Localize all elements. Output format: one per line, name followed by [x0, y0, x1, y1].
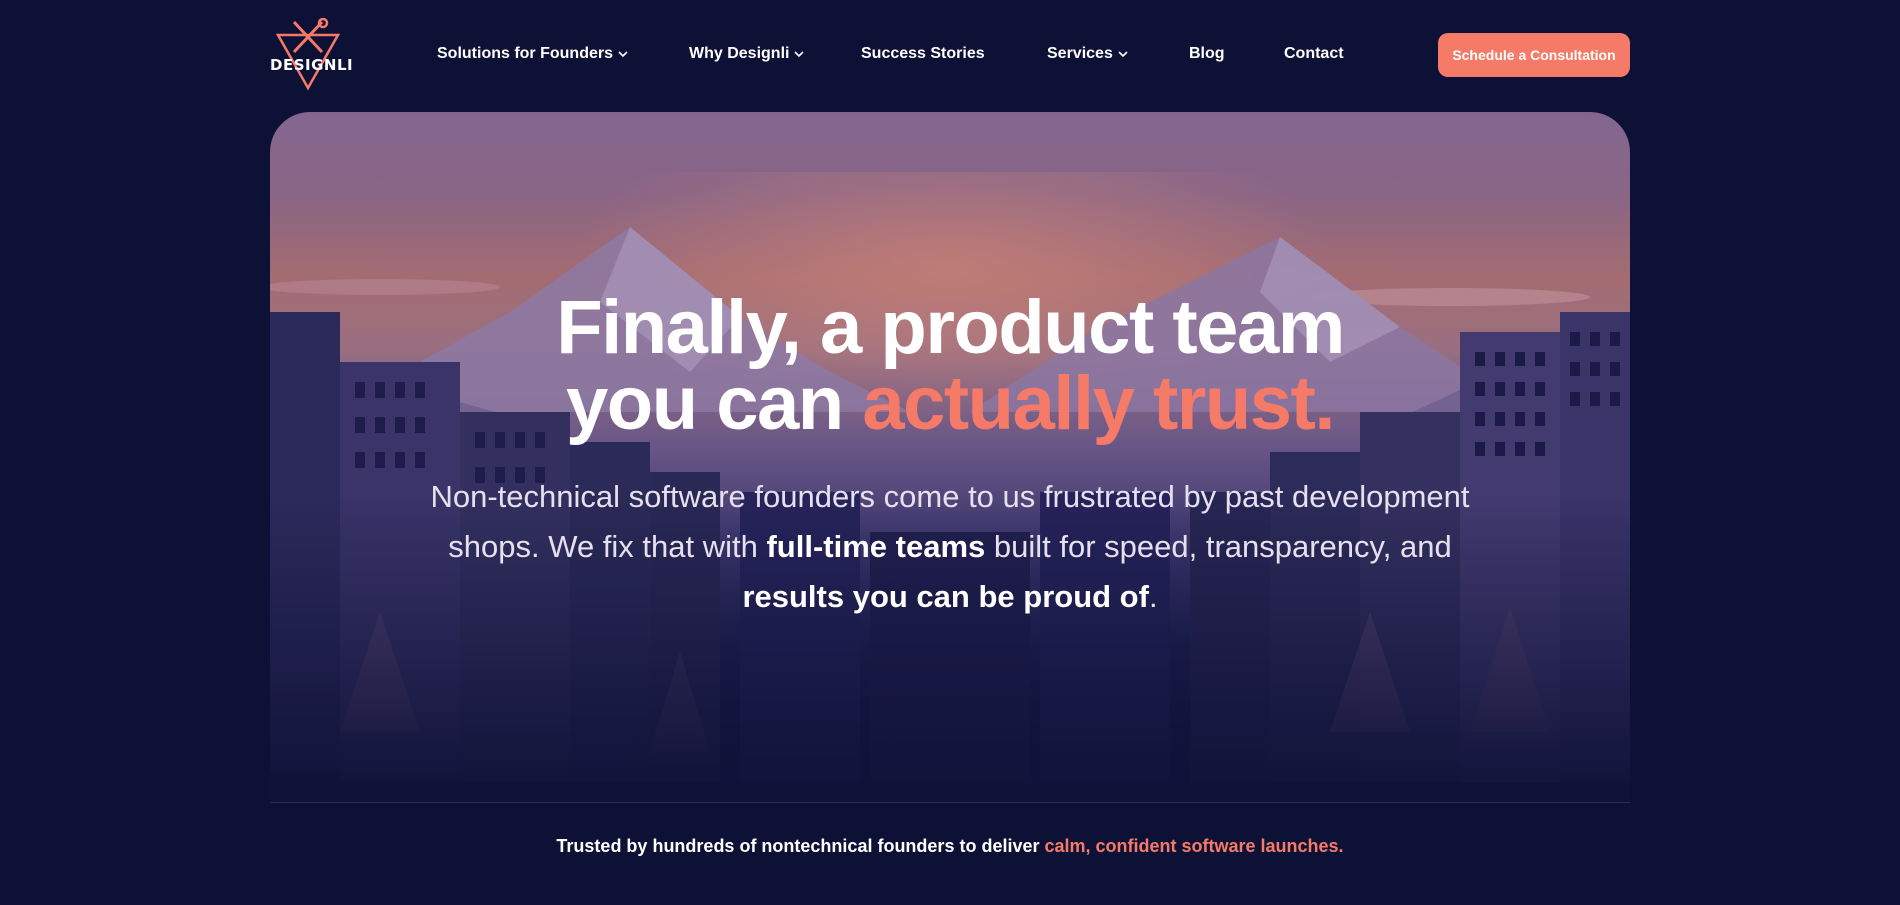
- designli-logo[interactable]: DESIGNLI: [270, 18, 354, 92]
- trust-text: Trusted by hundreds of nontechnical foun…: [556, 836, 1045, 856]
- section-divider: [270, 802, 1630, 803]
- logo-text: DESIGNLI: [270, 56, 354, 74]
- mountain-city-illustration: [270, 172, 1630, 802]
- nav-label: Contact: [1284, 45, 1344, 62]
- hero-sub-bold: full-time teams: [766, 529, 986, 564]
- hero-sub-text: .: [1148, 579, 1158, 614]
- hero-title-line2: you can actually trust.: [270, 366, 1630, 442]
- chevron-down-icon: [1118, 42, 1128, 66]
- nav-solutions-for-founders[interactable]: Solutions for Founders: [437, 42, 628, 66]
- hero-title: Finally, a product team you can actually…: [270, 290, 1630, 442]
- chevron-down-icon: [794, 42, 805, 66]
- nav-label: Blog: [1189, 45, 1225, 62]
- top-navigation: DESIGNLI Solutions for Founders Why Desi…: [0, 0, 1900, 110]
- nav-label: Why Designli: [689, 45, 790, 63]
- nav-label: Solutions for Founders: [437, 45, 613, 63]
- schedule-consultation-button[interactable]: Schedule a Consultation: [1438, 33, 1630, 77]
- hero-sub-text: built for speed, transparency, and: [985, 529, 1452, 564]
- hero-title-plain: you can: [566, 361, 863, 446]
- hero-title-line1: Finally, a product team: [556, 285, 1345, 370]
- hero-section: Finally, a product team you can actually…: [270, 112, 1630, 802]
- nav-services[interactable]: Services: [1047, 42, 1128, 66]
- nav-contact[interactable]: Contact: [1284, 42, 1344, 66]
- trust-statement: Trusted by hundreds of nontechnical foun…: [0, 836, 1900, 857]
- nav-success-stories[interactable]: Success Stories: [861, 42, 985, 66]
- nav-label: Success Stories: [861, 45, 985, 62]
- nav-why-designli[interactable]: Why Designli: [689, 42, 805, 66]
- hero-subtitle: Non-technical software founders come to …: [430, 472, 1470, 622]
- nav-blog[interactable]: Blog: [1189, 42, 1225, 66]
- nav-label: Services: [1047, 45, 1113, 63]
- chevron-down-icon: [618, 42, 628, 66]
- hero-sub-bold: results you can be proud of: [742, 579, 1149, 614]
- logo-mark-icon: [275, 18, 341, 91]
- hero-title-accent: actually trust.: [862, 361, 1335, 446]
- trust-accent-text: calm, confident software launches.: [1044, 836, 1344, 856]
